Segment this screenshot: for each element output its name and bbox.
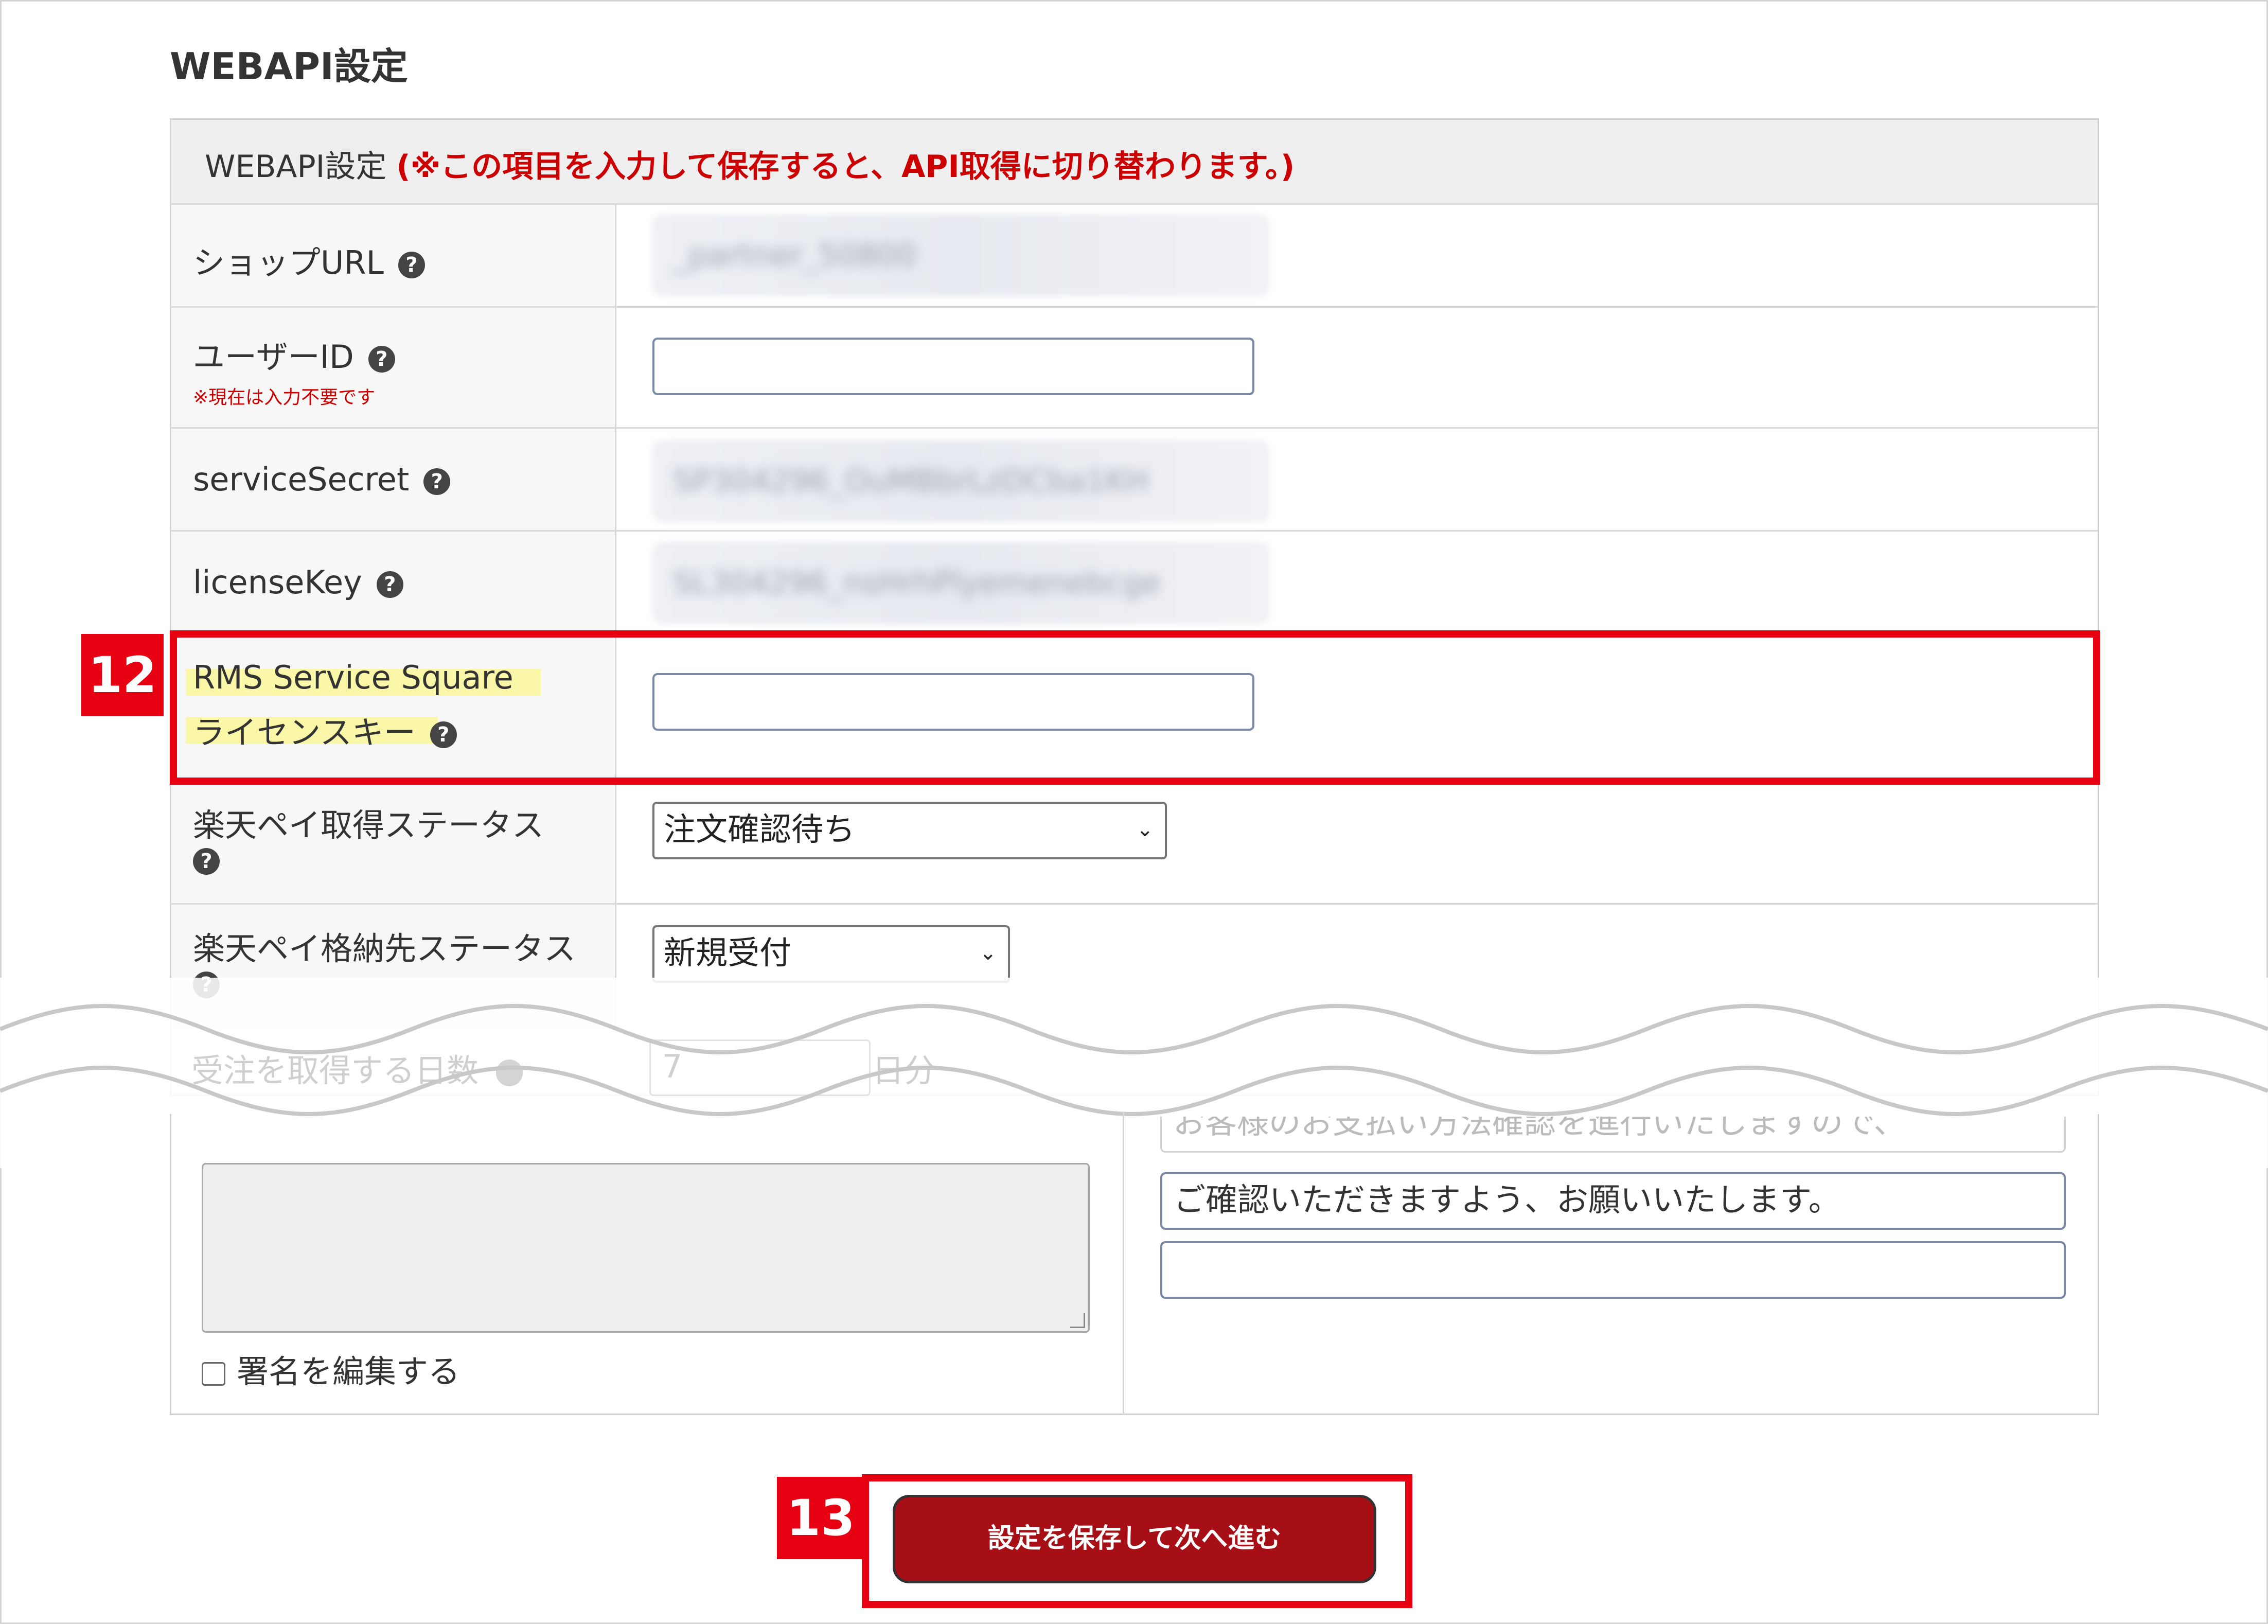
row-service-secret: serviceSecret? SP304296_OuMBbrLzDCba1KH	[171, 429, 2098, 532]
resize-grip-icon[interactable]	[1070, 1313, 1085, 1328]
help-icon[interactable]: ?	[368, 345, 395, 373]
table-header-note: (※この項目を入力して保存すると、API取得に切り替わります。)	[396, 149, 1295, 185]
table-header-label: WEBAPI設定	[205, 149, 387, 185]
shop-url-label: ショップURL	[193, 244, 384, 281]
chevron-down-icon: ⌄	[979, 941, 997, 965]
pay-status-label: 楽天ペイ取得ステータス	[193, 806, 544, 844]
row-license-key: licenseKey? SL304296_nsHrhPlyemenebcge	[171, 532, 2098, 632]
chevron-down-icon: ⌄	[1136, 818, 1154, 841]
help-icon[interactable]: ?	[376, 571, 403, 598]
service-secret-label: serviceSecret	[193, 461, 410, 498]
row-pay-status: 楽天ペイ取得ステータス ? 注文確認待ち ⌄	[171, 781, 2098, 905]
license-key-label: licenseKey	[193, 563, 362, 601]
page-title: WEBAPI設定	[170, 45, 408, 88]
service-secret-field-blurred[interactable]: SP304296_OuMBbrLzDCba1KH	[652, 440, 1270, 522]
pay-dest-status-select[interactable]: 新規受付 ⌄	[652, 925, 1010, 983]
help-icon[interactable]: ?	[423, 468, 451, 495]
help-icon[interactable]: ?	[398, 251, 426, 278]
pay-status-select[interactable]: 注文確認待ち ⌄	[652, 802, 1167, 859]
edit-signature-label: 署名を編集する	[237, 1353, 460, 1390]
callout-number-13: 13	[777, 1477, 864, 1559]
signature-textarea[interactable]	[202, 1163, 1090, 1333]
edit-signature-checkbox[interactable]	[202, 1362, 225, 1386]
row-shop-url: ショップURL? _partner_50800	[171, 205, 2098, 308]
message-line-partial[interactable]: お客様のお支払い方法確認を進行いたしますので、	[1160, 1117, 2066, 1153]
row-user-id: ユーザーID? ※現在は入力不要です	[171, 308, 2098, 429]
message-line-input[interactable]: ご確認いただきますよう、お願いいたします。	[1160, 1172, 2066, 1230]
callout-box-12	[170, 630, 2100, 785]
column-divider	[1123, 1111, 1124, 1415]
webapi-settings-table: WEBAPI設定 (※この項目を入力して保存すると、API取得に切り替わります。…	[170, 118, 2099, 1096]
save-and-next-button[interactable]: 設定を保存して次へ進む	[893, 1495, 1376, 1583]
user-id-note: ※現在は入力不要です	[193, 387, 376, 408]
callout-number-12: 12	[81, 634, 164, 716]
shop-url-field-blurred[interactable]: _partner_50800	[652, 214, 1270, 296]
license-key-field-blurred[interactable]: SL304296_nsHrhPlyemenebcge	[652, 542, 1270, 624]
message-line-input-empty[interactable]	[1160, 1241, 2066, 1299]
help-icon[interactable]: ?	[193, 848, 220, 875]
user-id-input[interactable]	[652, 338, 1254, 395]
pay-dest-status-label: 楽天ペイ格納先ステータス	[193, 930, 576, 967]
user-id-label: ユーザーID	[193, 338, 354, 376]
table-header: WEBAPI設定 (※この項目を入力して保存すると、API取得に切り替わります。…	[171, 120, 2098, 205]
